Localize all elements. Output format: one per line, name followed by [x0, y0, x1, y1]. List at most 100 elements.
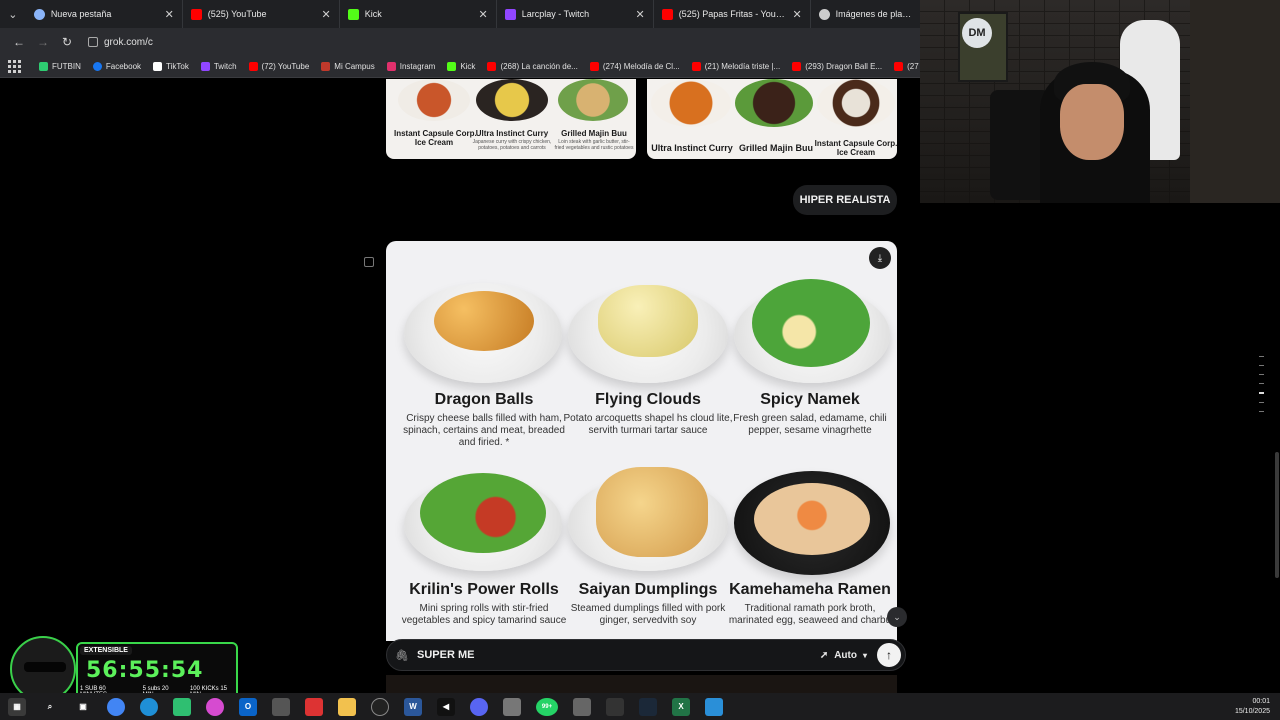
youtube-icon [661, 8, 673, 20]
shelf [1190, 0, 1280, 203]
url-text: grok.com/c [104, 36, 153, 48]
search-icon[interactable]: ⌕ [41, 698, 59, 716]
word-icon[interactable]: W [404, 697, 422, 716]
tab-label: (525) YouTube [207, 9, 267, 19]
discord-icon[interactable] [470, 697, 488, 716]
bookmark-youtube-dragon-ball[interactable]: (293) Dragon Ball E... [792, 62, 882, 71]
grok-chat-page: Instant Capsule Corp. Ice Cream Ultra In… [0, 79, 920, 693]
outlook-icon[interactable]: O [239, 697, 257, 716]
google-icon [818, 8, 830, 20]
edge-icon[interactable] [140, 697, 158, 716]
app-icon[interactable] [272, 697, 290, 716]
bookmark-instagram[interactable]: Instagram [386, 62, 435, 71]
mode-selector[interactable]: ➚ Auto ▾ [820, 650, 867, 661]
close-tab-icon[interactable]: ✕ [322, 8, 331, 21]
windows-start-icon[interactable]: ▦ [8, 697, 26, 716]
bookmark-youtube-more[interactable]: (27 [894, 62, 919, 71]
tab-label: (525) Papas Fritas - YouTube [678, 9, 789, 19]
bookmark-twitch[interactable]: Twitch [200, 62, 237, 71]
facebook-icon [92, 62, 102, 71]
bookmark-kick[interactable]: Kick [447, 62, 475, 71]
dish-description: Potato arcoquetts shapel hs cloud lite, … [563, 413, 733, 436]
kick-icon [347, 8, 359, 20]
scroll-down-chevron-icon[interactable]: ⌄ [887, 607, 907, 627]
close-tab-icon[interactable]: ✕ [792, 8, 801, 21]
bookmark-futbin[interactable]: FUTBIN [39, 62, 81, 71]
youtube-icon [589, 62, 599, 71]
food-krilins-power-rolls [420, 473, 546, 553]
close-tab-icon[interactable]: ✕ [635, 8, 644, 21]
capcut-icon[interactable]: ◀ [437, 697, 455, 716]
tab-5[interactable]: (525) Papas Fritas - YouTube ✕ [654, 0, 811, 28]
dish-illustration [651, 79, 731, 127]
steam-icon[interactable] [639, 697, 657, 716]
dish-title: Flying Clouds [595, 391, 701, 408]
conversation-scroll-rail[interactable] [1256, 356, 1266, 426]
chat-composer[interactable]: 🖇 SUPER ME ➚ Auto ▾ ↑ [386, 639, 906, 671]
tab-6[interactable]: Imágenes de platos [811, 0, 920, 28]
apps-grid-icon[interactable] [8, 59, 21, 74]
file-explorer-icon[interactable] [338, 697, 356, 716]
tab-label: Imágenes de platos [835, 9, 912, 19]
bookmark-youtube-song-3[interactable]: (21) Melodía triste |... [691, 62, 780, 71]
download-icon[interactable]: ⤓ [869, 247, 891, 269]
app-icon[interactable] [606, 697, 624, 716]
previous-generated-image-right[interactable]: Ultra Instinct Curry Grilled Majin Buu I… [647, 79, 897, 159]
dish-title: Kamehameha Ramen [729, 581, 891, 598]
previous-generated-image-left[interactable]: Instant Capsule Corp. Ice Cream Ultra In… [386, 79, 636, 159]
youtube-icon [248, 62, 258, 71]
system-clock[interactable]: 00:01 15/10/2025 [1235, 697, 1270, 717]
site-info-icon[interactable] [88, 37, 98, 47]
vertical-scrollbar[interactable] [1275, 452, 1279, 578]
tab-label: Kick [364, 9, 382, 19]
bookmark-youtube-song-2[interactable]: (274) Melodía de Cl... [589, 62, 680, 71]
next-image-preview [386, 675, 897, 693]
twitch-icon [200, 62, 210, 71]
tab-search-chevron-icon[interactable]: ⌄ [0, 0, 26, 28]
whatsapp-icon[interactable]: 99+ [536, 697, 558, 716]
address-bar: ← → ↻ grok.com/c [0, 28, 920, 56]
close-tab-icon[interactable]: ✕ [165, 8, 174, 21]
mode-label: Auto [834, 649, 857, 661]
send-button[interactable]: ↑ [877, 643, 901, 667]
forward-arrow-icon[interactable]: → [32, 31, 54, 53]
futbin-icon [39, 62, 48, 71]
calculator-icon[interactable] [573, 697, 591, 716]
dish-illustration [398, 79, 470, 121]
app-icon[interactable] [173, 697, 191, 716]
webcam-feed: DM [920, 0, 1280, 203]
obs-icon[interactable] [371, 697, 389, 716]
user-message-bubble: HIPER REALISTA [793, 185, 897, 215]
reload-icon[interactable]: ↻ [56, 31, 78, 53]
url-field[interactable]: grok.com/c [88, 37, 153, 48]
tab-2[interactable]: (525) YouTube ✕ [183, 0, 340, 28]
attach-icon[interactable]: 🖇 [395, 649, 409, 662]
bookmark-facebook[interactable]: Facebook [92, 62, 141, 71]
app-icon[interactable] [305, 697, 323, 716]
bookmark-youtube-song-1[interactable]: (268) La canción de... [487, 62, 578, 71]
back-arrow-icon[interactable]: ← [8, 31, 30, 53]
dish-title: Ice Cream [414, 138, 454, 147]
task-view-icon[interactable]: ▣ [74, 698, 92, 716]
bookmark-mi-campus[interactable]: Mi Campus [321, 62, 375, 71]
bookmark-youtube[interactable]: (72) YouTube [248, 62, 309, 71]
app-icon[interactable] [705, 697, 723, 716]
app-icon[interactable] [503, 697, 521, 716]
message-input[interactable]: SUPER ME [409, 649, 820, 661]
chrome-icon[interactable] [107, 697, 125, 716]
excel-icon[interactable]: X [672, 697, 690, 716]
youtube-icon [894, 62, 904, 71]
close-tab-icon[interactable]: ✕ [479, 8, 488, 21]
clock-date: 15/10/2025 [1234, 708, 1270, 715]
tab-4[interactable]: Larcplay - Twitch ✕ [497, 0, 654, 28]
generated-menu-image[interactable]: ⤓ Dragon Balls Crispy cheese balls fille… [386, 241, 897, 641]
food-dragon-balls [434, 291, 534, 351]
food-flying-clouds [598, 285, 698, 357]
kick-icon [447, 62, 457, 71]
bookmark-tiktok[interactable]: TikTok [153, 62, 189, 71]
tab-3[interactable]: Kick ✕ [340, 0, 497, 28]
copy-icon[interactable] [364, 257, 374, 267]
app-icon[interactable] [206, 697, 224, 716]
tab-1[interactable]: Nueva pestaña ✕ [26, 0, 183, 28]
instagram-icon [386, 62, 396, 71]
